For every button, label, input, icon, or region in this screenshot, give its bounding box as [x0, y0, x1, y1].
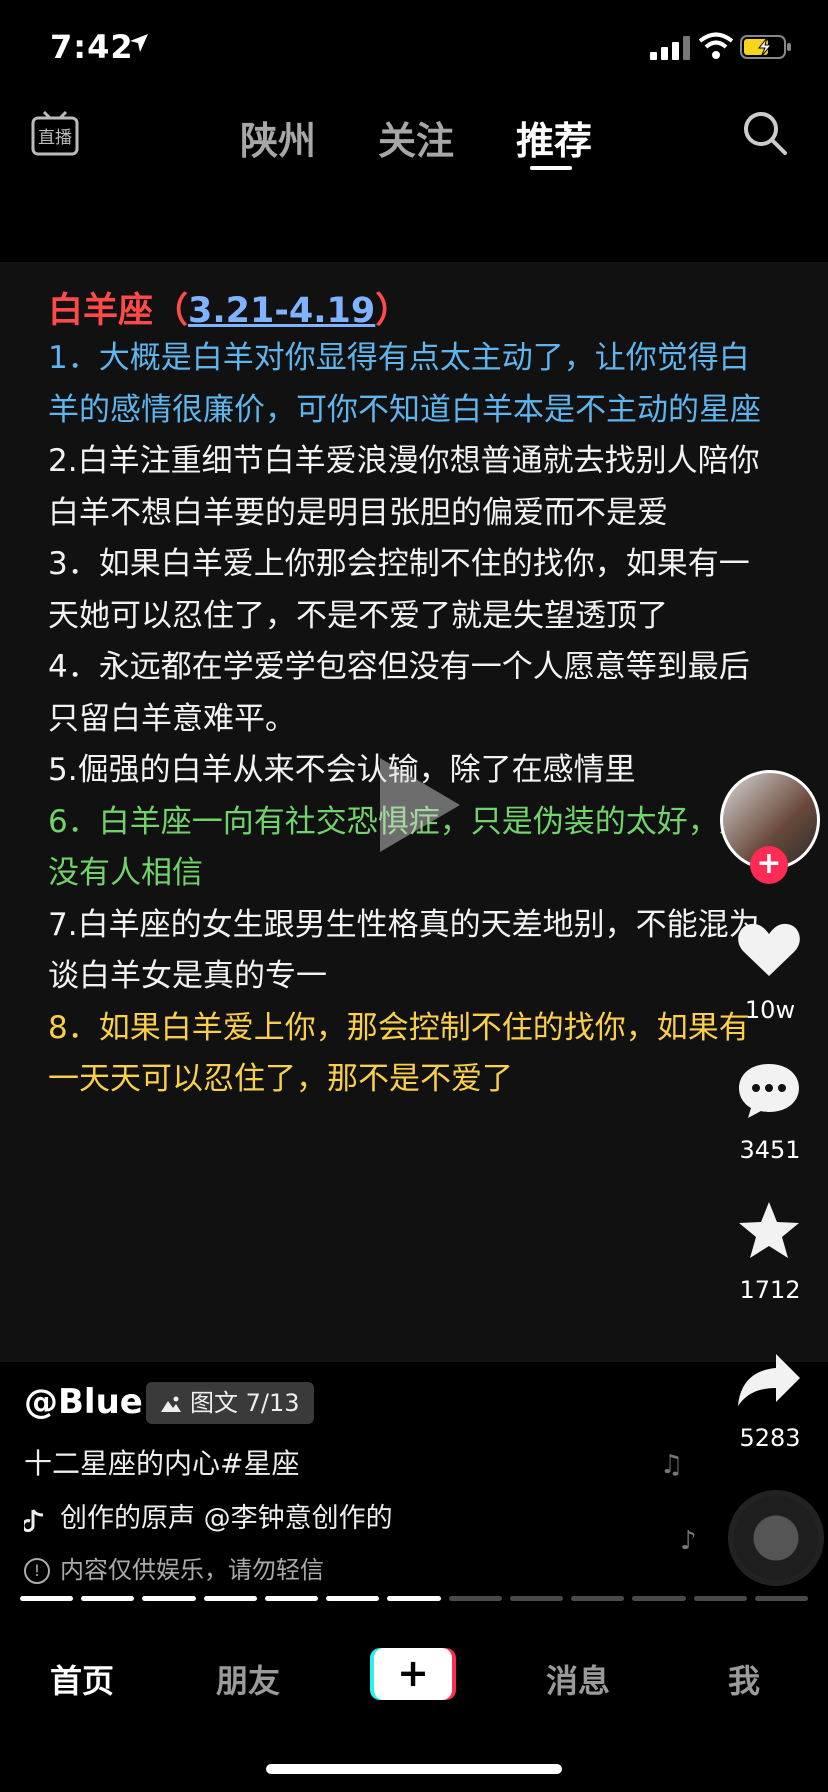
live-tv-icon[interactable]: 直播: [30, 110, 80, 160]
post-text-line: 1．大概是白羊对你显得有点太主动了，让你觉得白: [48, 340, 750, 376]
progress-segment: [509, 1596, 564, 1601]
wifi-icon: [698, 32, 734, 59]
heading-close: ）: [375, 291, 411, 331]
progress-segment: [754, 1596, 809, 1601]
follow-button[interactable]: +: [750, 846, 788, 884]
tab-me[interactable]: 我: [728, 1656, 760, 1702]
disclaimer: ! 内容仅供娱乐，请勿轻信: [24, 1550, 324, 1585]
likes-count: 10w: [744, 996, 796, 1024]
heart-icon[interactable]: [736, 920, 802, 980]
create-button[interactable]: +: [374, 1648, 452, 1700]
disclaimer-text: 内容仅供娱乐，请勿轻信: [60, 1556, 324, 1584]
heading-date: 3.21-4.19: [188, 291, 376, 331]
post-text-line: 8．如果白羊爱上你，那会控制不住的找你，如果有: [48, 1010, 750, 1046]
image-icon: [161, 1396, 181, 1412]
location-arrow-icon: [130, 34, 148, 52]
post-text-line: 白羊不想白羊要的是明目张胆的偏爱而不是爱: [48, 495, 668, 531]
home-indicator: [266, 1764, 562, 1774]
active-tab-indicator: [530, 166, 572, 170]
progress-segment: [326, 1596, 380, 1601]
bottom-tab-bar: 首页 朋友 + 消息 我: [0, 1624, 828, 1792]
post-text-line: 天她可以忍住了，不是不爱了就是失望透顶了: [48, 598, 668, 634]
progress-segment: [387, 1596, 441, 1601]
favorites-count: 1712: [739, 1276, 801, 1304]
post-text-line: 谈白羊女是真的专一: [48, 958, 327, 994]
tab-home[interactable]: 首页: [50, 1656, 114, 1702]
tab-messages[interactable]: 消息: [546, 1656, 610, 1702]
tab-recommended[interactable]: 推荐: [516, 110, 592, 165]
music-disc[interactable]: [728, 1490, 824, 1586]
status-time: 7:42: [50, 28, 134, 66]
play-icon[interactable]: [360, 750, 470, 860]
music-info[interactable]: 创作的原声 @李钟意创作的: [24, 1496, 393, 1535]
comments-count: 3451: [739, 1136, 801, 1164]
progress-segment: [448, 1596, 502, 1601]
music-label: 创作的原声 @李钟意创作的: [60, 1503, 393, 1534]
tab-following[interactable]: 关注: [378, 110, 454, 165]
floating-note-icon: ♪: [680, 1526, 697, 1556]
image-post-badge[interactable]: 图文 7/13: [146, 1382, 314, 1424]
post-text-line: 3．如果白羊爱上你那会控制不住的找你，如果有一: [48, 546, 750, 582]
warning-icon: !: [24, 1558, 50, 1584]
post-text-line: 一天天可以忍住了，那不是不爱了: [48, 1061, 513, 1097]
post-text-line: 7.白羊座的女生跟男生性格真的天差地别，不能混为: [48, 907, 760, 943]
post-heading: 白羊座（3.21-4.19）: [48, 282, 410, 333]
post-text-line: 羊的感情很廉价，可你不知道白羊本是不主动的星座: [48, 392, 761, 428]
comment-icon[interactable]: [736, 1060, 802, 1120]
tab-friends[interactable]: 朋友: [216, 1656, 280, 1702]
slide-progress: [20, 1596, 809, 1602]
shares-count: 5283: [739, 1424, 801, 1452]
progress-segment: [81, 1596, 135, 1601]
battery-icon: [740, 35, 791, 59]
share-icon[interactable]: [736, 1350, 802, 1410]
status-bar: 7:42: [0, 0, 828, 100]
progress-segment: [203, 1596, 257, 1601]
progress-segment: [571, 1596, 625, 1601]
post-text-line: 4．永远都在学爱学包容但没有一个人愿意等到最后: [48, 649, 750, 685]
create-button-label: +: [397, 1651, 429, 1695]
post-text-line: 只留白羊意难平。: [48, 701, 296, 737]
progress-segment: [142, 1596, 196, 1601]
live-label: 直播: [38, 128, 72, 148]
progress-segment: [20, 1596, 74, 1601]
floating-note-icon: ♫: [660, 1450, 684, 1480]
post-text-line: 2.白羊注重细节白羊爱浪漫你想普通就去找别人陪你: [48, 443, 760, 479]
post-description[interactable]: 十二星座的内心#星座: [24, 1442, 299, 1482]
image-post-badge-label: 图文 7/13: [190, 1389, 300, 1417]
search-icon[interactable]: [742, 110, 788, 156]
progress-segment: [693, 1596, 747, 1601]
progress-segment: [632, 1596, 686, 1601]
cellular-signal-icon: [650, 36, 690, 60]
heading-title: 白羊座（: [48, 291, 189, 331]
post-text-line: 5.倔强的白羊从来不会认输，除了在感情里: [48, 752, 636, 788]
author-name[interactable]: @Blue.: [24, 1382, 156, 1422]
star-icon[interactable]: [736, 1200, 802, 1260]
top-navigation: 直播 陕州 关注 推荐: [0, 100, 828, 220]
tab-shanzhou[interactable]: 陕州: [240, 110, 316, 165]
progress-segment: [264, 1596, 319, 1601]
post-text-line: 没有人相信: [48, 855, 203, 891]
music-note-icon: [24, 1508, 44, 1532]
